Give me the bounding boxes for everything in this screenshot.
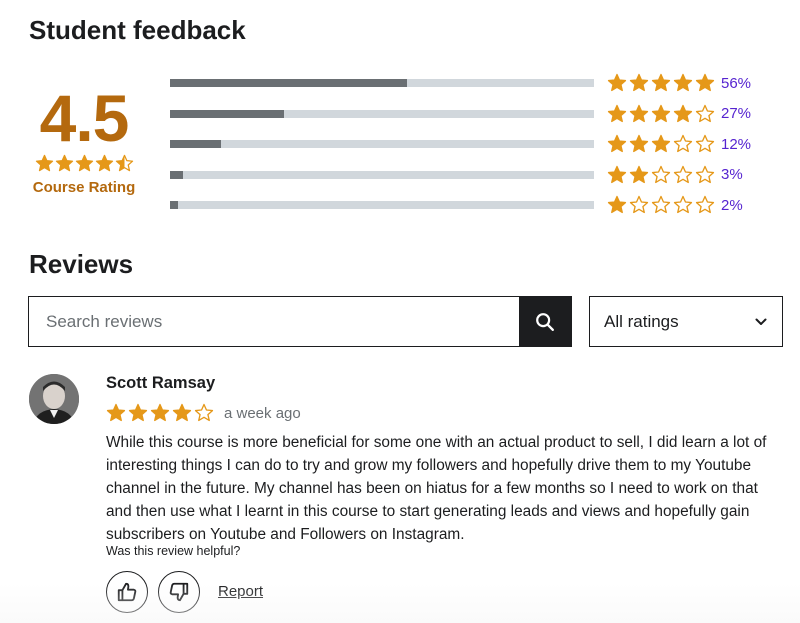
distribution-bar-track (170, 170, 594, 179)
search-reviews-box (28, 296, 572, 347)
star-full-icon (629, 104, 649, 122)
star-full-icon (172, 403, 192, 422)
star-full-icon (651, 74, 671, 92)
distribution-percent: 12% (721, 135, 752, 153)
reviewer-name: Scott Ramsay (106, 374, 216, 392)
star-full-icon (629, 135, 649, 153)
distribution-percent: 2% (721, 196, 743, 214)
star-empty-icon (651, 165, 671, 183)
thumbs-down-button[interactable] (158, 571, 200, 613)
chevron-down-icon (755, 318, 767, 325)
distribution-bar-track (170, 140, 594, 149)
thumbs-up-button[interactable] (106, 571, 148, 613)
star-empty-icon (673, 196, 693, 214)
star-full-icon (607, 74, 627, 92)
distribution-stars (607, 134, 715, 154)
star-empty-icon (695, 135, 715, 153)
star-full-icon (106, 403, 126, 422)
search-button[interactable] (519, 297, 571, 346)
star-empty-icon (651, 196, 671, 214)
review-meta: a week ago (106, 403, 301, 423)
star-full-icon (150, 403, 170, 422)
rating-distribution: 56% 27% 12% 3% 2% (170, 68, 780, 221)
star-full-icon (607, 104, 627, 122)
distribution-percent: 27% (721, 105, 752, 123)
star-full-icon (607, 135, 627, 153)
search-input[interactable] (29, 297, 519, 346)
star-full-icon (695, 74, 715, 92)
star-full-icon (95, 154, 113, 172)
avatar (29, 374, 79, 424)
star-full-icon (673, 74, 693, 92)
distribution-stars (607, 195, 715, 215)
star-full-icon (629, 165, 649, 183)
star-full-icon (55, 154, 73, 172)
distribution-row[interactable]: 27% (170, 99, 780, 130)
star-half-icon (115, 154, 133, 172)
reviewer-photo (29, 374, 79, 424)
distribution-bar-track (170, 201, 594, 210)
star-full-icon (128, 403, 148, 422)
star-full-icon (629, 74, 649, 92)
distribution-stars (607, 165, 715, 185)
star-full-icon (651, 135, 671, 153)
distribution-percent: 3% (721, 166, 743, 184)
course-rating-label: Course Rating (32, 179, 136, 196)
report-link[interactable]: Report (218, 583, 263, 600)
distribution-bar-track (170, 109, 594, 118)
star-full-icon (607, 165, 627, 183)
distribution-bar-fill (170, 140, 221, 149)
rating-filter-label: All ratings (604, 311, 679, 331)
star-empty-icon (194, 403, 214, 422)
star-full-icon (651, 104, 671, 122)
star-empty-icon (695, 104, 715, 122)
average-rating-number: 4.5 (39, 81, 130, 155)
star-empty-icon (629, 196, 649, 214)
star-empty-icon (673, 165, 693, 183)
search-icon (536, 312, 554, 331)
rating-filter-dropdown[interactable]: All ratings (589, 296, 783, 347)
distribution-stars (607, 104, 715, 124)
distribution-percent: 56% (721, 74, 752, 92)
star-full-icon (35, 154, 53, 172)
star-empty-icon (673, 135, 693, 153)
distribution-row[interactable]: 2% (170, 190, 780, 221)
average-rating-stars (29, 154, 139, 173)
star-empty-icon (695, 196, 715, 214)
distribution-bar-fill (170, 79, 408, 88)
section-title-reviews: Reviews (29, 249, 134, 279)
distribution-bar-fill (170, 201, 179, 210)
review-stars (106, 403, 214, 423)
distribution-bar-fill (170, 109, 285, 118)
thumbs-down-icon (169, 582, 189, 602)
review-date: a week ago (224, 404, 301, 422)
section-title-student-feedback: Student feedback (29, 15, 246, 45)
distribution-bar-fill (170, 170, 183, 179)
distribution-row[interactable]: 56% (170, 68, 780, 99)
average-rating-block: 4.5 Course Rating (29, 80, 139, 196)
distribution-row[interactable]: 12% (170, 129, 780, 160)
star-full-icon (673, 104, 693, 122)
star-full-icon (607, 196, 627, 214)
distribution-row[interactable]: 3% (170, 160, 780, 191)
star-full-icon (75, 154, 93, 172)
distribution-bar-track (170, 79, 594, 88)
distribution-stars (607, 73, 715, 93)
star-empty-icon (695, 165, 715, 183)
review-text: While this course is more beneficial for… (106, 434, 767, 543)
thumbs-up-icon (117, 582, 137, 602)
helpful-prompt: Was this review helpful? (106, 544, 241, 558)
